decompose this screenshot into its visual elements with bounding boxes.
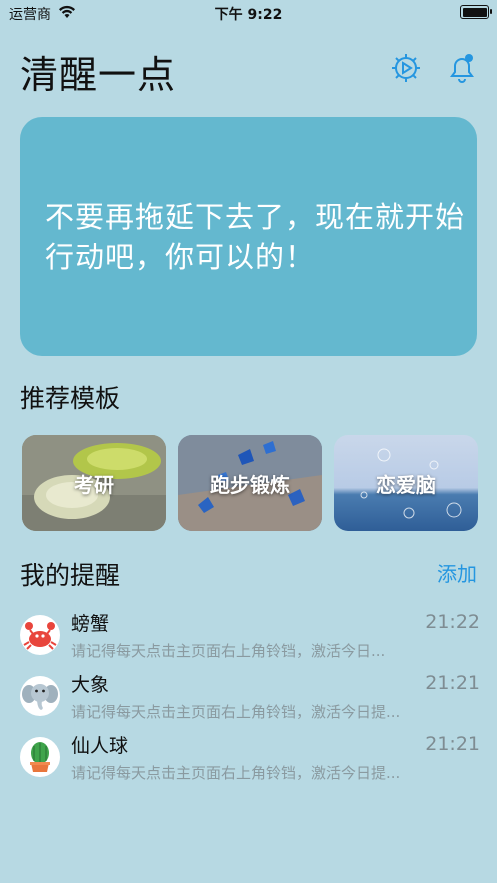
template-card-love[interactable]: 恋爱脑 [334, 435, 478, 531]
reminder-time: 21:21 [425, 733, 480, 755]
reminder-name: 螃蟹 [71, 613, 110, 635]
status-bar: 运营商 下午 9:22 [0, 0, 497, 26]
reminder-name: 大象 [71, 674, 110, 696]
reminder-desc: 请记得每天点击主页面右上角铃铛，激活今日... [71, 642, 386, 660]
reminder-time: 21:21 [425, 672, 480, 694]
cactus-icon [20, 737, 60, 777]
template-label: 跑步锻炼 [210, 472, 290, 497]
reminder-desc: 请记得每天点击主页面右上角铃铛，激活今日提... [71, 703, 401, 721]
elephant-icon [20, 676, 60, 716]
settings-gear-icon[interactable] [389, 51, 423, 85]
template-label: 恋爱脑 [376, 472, 436, 497]
reminder-item-cactus[interactable]: 仙人球 请记得每天点击主页面右上角铃铛，激活今日提... 21:21 [20, 733, 480, 789]
template-card-kaoyan[interactable]: 考研 [22, 435, 166, 531]
reminder-time: 21:22 [425, 611, 480, 633]
reminder-item-crab[interactable]: 螃蟹 请记得每天点击主页面右上角铃铛，激活今日... 21:22 [20, 611, 480, 667]
reminder-item-elephant[interactable]: 大象 请记得每天点击主页面右上角铃铛，激活今日提... 21:21 [20, 672, 480, 728]
templates-section-title: 推荐模板 [20, 384, 121, 413]
page-title: 清醒一点 [20, 53, 177, 97]
battery-icon [460, 5, 492, 19]
motivation-card: 不要再拖延下去了，现在就开始行动吧，你可以的！ [20, 117, 477, 356]
template-label: 考研 [74, 472, 114, 497]
motivation-text: 不要再拖延下去了，现在就开始行动吧，你可以的！ [45, 200, 466, 274]
reminder-name: 仙人球 [71, 735, 129, 757]
add-reminder-button[interactable]: 添加 [437, 558, 477, 587]
bell-icon[interactable] [445, 51, 479, 85]
reminder-desc: 请记得每天点击主页面右上角铃铛，激活今日提... [71, 764, 401, 782]
crab-icon [20, 615, 60, 655]
status-time: 下午 9:22 [214, 7, 283, 23]
reminders-section-title: 我的提醒 [20, 561, 121, 590]
template-card-running[interactable]: 跑步锻炼 [178, 435, 322, 531]
